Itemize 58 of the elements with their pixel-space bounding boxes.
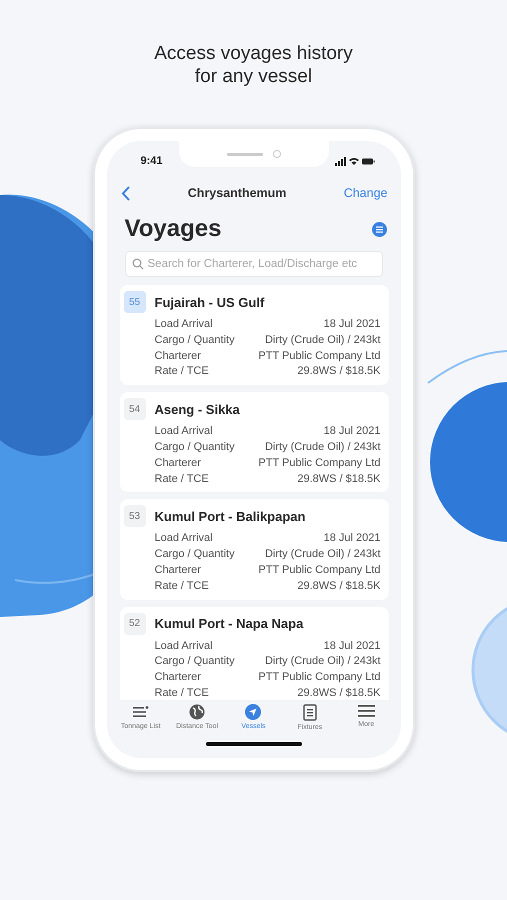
field-value: 18 Jul 2021: [324, 317, 380, 332]
field-label: Charterer: [154, 562, 201, 578]
vessel-name: Chrysanthemum: [188, 186, 286, 200]
field-label: Charterer: [154, 348, 201, 364]
voyage-card[interactable]: 54 Aseng - Sikka Load Arrival 18 Jul 2021 Cargo / Quantity Dirty (Crude Oil) / 243kt Charterer PTT Public Company Ltd Rate / TCE 29.8WS / $18.5K: [120, 392, 388, 492]
field-label: Charterer: [154, 670, 201, 686]
field-label: Rate / TCE: [154, 686, 209, 700]
field-value: PTT Public Company Ltd: [258, 456, 380, 471]
voyage-number: 55: [124, 291, 146, 313]
list-icon: [132, 704, 150, 720]
field-label: Load Arrival: [154, 638, 213, 654]
field-value: Dirty (Crude Oil) / 243kt: [264, 654, 380, 670]
voyage-route: Aseng - Sikka: [154, 402, 241, 417]
field-label: Load Arrival: [154, 424, 213, 440]
voyage-route: Fujairah - US Gulf: [154, 294, 266, 310]
field-value: 18 Jul 2021: [324, 638, 380, 654]
voyage-card[interactable]: 53 Kumul Port - Balikpapan Load Arrival 18 Jul 2021 Cargo / Quantity Dirty (Crude Oil) / 243kt Charterer PTT Public Company Ltd Rate / TCE 29.8WS / $18.5K: [120, 499, 388, 600]
field-label: Rate / TCE: [154, 472, 209, 487]
field-value: Dirty (Crude Oil) / 243kt: [264, 332, 380, 348]
field-label: Cargo / Quantity: [154, 654, 235, 670]
field-value: PTT Public Company Ltd: [258, 348, 380, 364]
back-icon[interactable]: [120, 186, 130, 200]
field-value: Dirty (Crude Oil) / 243kt: [264, 547, 380, 562]
field-label: Cargo / Quantity: [154, 332, 235, 348]
voyage-number: 53: [124, 505, 146, 528]
status-icons: [334, 156, 374, 166]
field-value: 29.8WS / $18.5K: [297, 686, 380, 700]
field-label: Load Arrival: [154, 531, 213, 546]
field-value: 29.8WS / $18.5K: [297, 364, 380, 380]
list-view-icon[interactable]: [372, 222, 386, 236]
field-label: Charterer: [154, 456, 201, 471]
voyage-route: Kumul Port - Napa Napa: [154, 616, 304, 632]
menu-icon: [358, 704, 375, 718]
document-icon: [302, 704, 317, 721]
search-field[interactable]: Search for Charterer, Load/Discharge etc: [124, 251, 382, 277]
voyage-number: 54: [124, 398, 146, 420]
voyage-card[interactable]: 52 Kumul Port - Napa Napa Load Arrival 18 Jul 2021 Cargo / Quantity Dirty (Crude Oil) / 243kt Charterer PTT Public Company Ltd Rate / TCE 29.8WS / $18.5K: [120, 606, 388, 700]
field-label: Load Arrival: [154, 317, 213, 332]
field-label: Rate / TCE: [154, 578, 209, 594]
field-label: Cargo / Quantity: [154, 547, 235, 562]
page-title: Voyages: [124, 215, 222, 243]
voyage-route: Kumul Port - Balikpapan: [154, 508, 306, 524]
field-value: PTT Public Company Ltd: [258, 670, 380, 686]
status-time: 9:41: [140, 155, 163, 167]
field-value: 29.8WS / $18.5K: [297, 472, 380, 487]
field-value: PTT Public Company Ltd: [258, 562, 380, 578]
voyage-number: 52: [124, 612, 146, 635]
field-label: Cargo / Quantity: [154, 440, 235, 455]
field-value: 18 Jul 2021: [324, 531, 380, 546]
navigation-icon: [245, 704, 262, 720]
change-link[interactable]: Change: [344, 186, 388, 200]
globe-icon: [189, 704, 206, 720]
headline: Access voyages history for any vessel: [153, 42, 354, 89]
field-value: 18 Jul 2021: [324, 424, 380, 440]
field-value: Dirty (Crude Oil) / 243kt: [264, 440, 380, 455]
field-value: 29.8WS / $18.5K: [297, 578, 380, 594]
voyage-card[interactable]: 55 Fujairah - US Gulf Load Arrival 18 Jul 2021 Cargo / Quantity Dirty (Crude Oil) / 243kt Charterer PTT Public Company Ltd Rate / TCE 29.8WS / $18.5K: [120, 285, 388, 386]
field-label: Rate / TCE: [154, 364, 209, 380]
